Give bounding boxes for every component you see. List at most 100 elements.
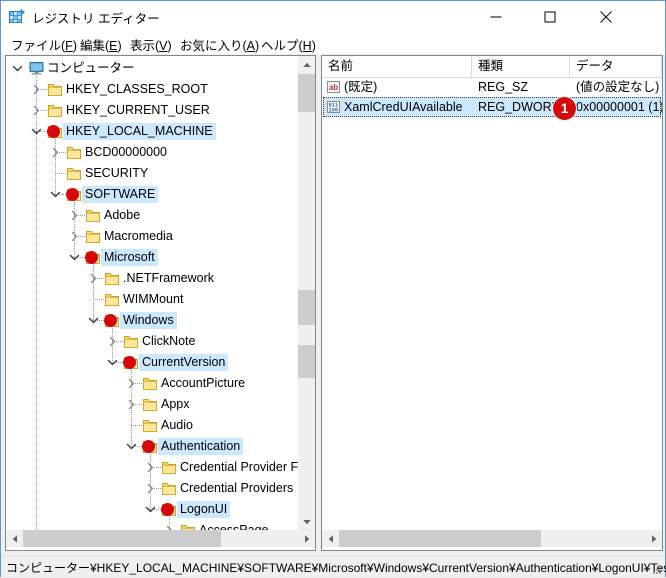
folder-icon bbox=[48, 82, 64, 97]
folder-icon bbox=[105, 271, 121, 286]
scroll-up-arrow[interactable] bbox=[298, 56, 315, 73]
tree-item-credential-providers[interactable]: Credential Providers bbox=[6, 478, 299, 499]
resize-grip[interactable] bbox=[650, 563, 662, 575]
registry-tree-panel[interactable]: コンピューター HKEY_CLASSES_ROOT HKEY_CURRENT_USE… bbox=[5, 55, 316, 551]
chevron-right-icon[interactable] bbox=[88, 273, 99, 284]
scroll-left-arrow[interactable] bbox=[6, 530, 23, 547]
value-type: REG_SZ bbox=[478, 80, 529, 94]
tree-item-credential-provider-filt[interactable]: Credential Provider Filt bbox=[6, 457, 299, 478]
tree-item-software[interactable]: SOFTWARE bbox=[6, 184, 299, 205]
scroll-right-arrow[interactable] bbox=[645, 530, 662, 547]
tree-item-label: Credential Provider Filt bbox=[180, 460, 299, 474]
menu-item-4[interactable]: ヘルプ(H) bbox=[259, 35, 318, 54]
tree-hscrollbar-thumb[interactable] bbox=[23, 530, 221, 547]
tree-vertical-scrollbar[interactable] bbox=[298, 56, 315, 530]
tree-item-accesspage[interactable]: AccessPage bbox=[6, 520, 299, 530]
chevron-right-icon[interactable] bbox=[31, 105, 42, 116]
tree-item-hkey-current-user[interactable]: HKEY_CURRENT_USER bbox=[6, 100, 299, 121]
tree-item-adobe[interactable]: Adobe bbox=[6, 205, 299, 226]
tree-item-[interactable]: コンピューター bbox=[6, 58, 299, 79]
title-bar: レジストリ エディター bbox=[1, 1, 665, 32]
chevron-down-icon[interactable] bbox=[126, 441, 137, 452]
chevron-right-icon[interactable] bbox=[145, 483, 156, 494]
tree-item-logonui[interactable]: LogonUI bbox=[6, 499, 299, 520]
folder-icon bbox=[143, 376, 159, 391]
tree-item-hkey-local-machine[interactable]: HKEY_LOCAL_MACHINE bbox=[6, 121, 299, 142]
menu-item-1[interactable]: 編集(E) bbox=[78, 35, 124, 54]
tree-horizontal-scrollbar[interactable] bbox=[6, 530, 315, 547]
value-data: 0x00000001 (1) bbox=[576, 100, 662, 114]
tree-item-security[interactable]: SECURITY bbox=[6, 163, 299, 184]
maximize-icon bbox=[544, 11, 556, 22]
annotation-dot bbox=[104, 314, 117, 327]
chevron-right-icon[interactable] bbox=[69, 231, 80, 242]
close-button[interactable] bbox=[583, 1, 629, 32]
minimize-icon bbox=[490, 16, 502, 17]
annotation-dot bbox=[47, 125, 60, 138]
menu-item-3[interactable]: お気に入り(A) bbox=[178, 35, 261, 54]
tree-scrollbar-thumb-seg3[interactable] bbox=[298, 345, 315, 378]
chevron-right-icon[interactable] bbox=[69, 210, 80, 221]
list-hscrollbar-thumb[interactable] bbox=[339, 530, 541, 547]
chevron-down-icon[interactable] bbox=[31, 126, 42, 137]
tree-item-clicknote[interactable]: ClickNote bbox=[6, 331, 299, 352]
minimize-button[interactable] bbox=[473, 1, 519, 32]
tree-item-microsoft[interactable]: Microsoft bbox=[6, 247, 299, 268]
chevron-down-icon[interactable] bbox=[88, 315, 99, 326]
scroll-down-arrow[interactable] bbox=[298, 513, 315, 530]
tree-item-windows[interactable]: Windows bbox=[6, 310, 299, 331]
chevron-right-icon[interactable] bbox=[126, 378, 137, 389]
value-row[interactable]: 011 100 XamlCredUIAvailable REG_DWORD 0x0000… bbox=[322, 97, 662, 117]
column-header-2[interactable]: データ bbox=[570, 56, 662, 77]
tree-item-netframework[interactable]: .NETFramework bbox=[6, 268, 299, 289]
tree-item-authentication[interactable]: Authentication bbox=[6, 436, 299, 457]
chevron-down-icon[interactable] bbox=[50, 189, 61, 200]
chevron-right-icon[interactable] bbox=[145, 462, 156, 473]
tree-item-bcd00000000[interactable]: BCD00000000 bbox=[6, 142, 299, 163]
chevron-right-icon[interactable] bbox=[126, 399, 137, 410]
tree-item-label: Adobe bbox=[104, 208, 141, 222]
tree-item-currentversion[interactable]: CurrentVersion bbox=[6, 352, 299, 373]
registry-tree[interactable]: コンピューター HKEY_CLASSES_ROOT HKEY_CURRENT_USE… bbox=[6, 56, 299, 530]
chevron-right-icon[interactable] bbox=[31, 84, 42, 95]
string-value-icon: ab bbox=[326, 79, 342, 95]
column-header-0[interactable]: 名前 bbox=[322, 56, 472, 77]
tree-scrollbar-thumb-seg2[interactable] bbox=[298, 290, 315, 325]
maximize-button[interactable] bbox=[527, 1, 573, 32]
chevron-down-icon[interactable] bbox=[145, 504, 156, 515]
tree-item-label: Credential Providers bbox=[180, 481, 294, 495]
status-path: コンピューター¥HKEY_LOCAL_MACHINE¥SOFTWARE¥Micr… bbox=[6, 561, 666, 575]
chevron-right-icon[interactable] bbox=[50, 147, 61, 158]
tree-item-label: コンピューター bbox=[47, 61, 135, 75]
values-list[interactable]: ab (既定) REG_SZ (値の設定なし) 011 100 XamlCredUIAvai… bbox=[322, 77, 662, 530]
scroll-left-arrow[interactable] bbox=[322, 530, 339, 547]
chevron-right-icon[interactable] bbox=[107, 336, 118, 347]
folder-icon bbox=[67, 145, 83, 160]
tree-guide-tick bbox=[93, 299, 105, 300]
chevron-down-icon[interactable] bbox=[69, 252, 80, 263]
tree-item-appx[interactable]: Appx bbox=[6, 394, 299, 415]
column-header-1[interactable]: 種類 bbox=[472, 56, 570, 77]
tree-item-macromedia[interactable]: Macromedia bbox=[6, 226, 299, 247]
tree-item-label: .NETFramework bbox=[123, 271, 214, 285]
tree-item-label: WIMMount bbox=[123, 292, 184, 306]
menu-item-0[interactable]: ファイル(F) bbox=[9, 35, 79, 54]
tree-item-wimmount[interactable]: WIMMount bbox=[6, 289, 299, 310]
registry-values-panel[interactable]: 名前 種類 データ ab (既定) REG_SZ (値の設定なし) 011 100 XamlCr… bbox=[321, 55, 663, 551]
tree-item-label: Microsoft bbox=[101, 249, 158, 266]
value-name: XamlCredUIAvailable bbox=[344, 100, 463, 114]
annotation-dot bbox=[142, 440, 155, 453]
folder-icon bbox=[162, 460, 178, 475]
value-row[interactable]: ab (既定) REG_SZ (値の設定なし) bbox=[322, 77, 662, 97]
tree-item-accountpicture[interactable]: AccountPicture bbox=[6, 373, 299, 394]
menu-item-2[interactable]: 表示(V) bbox=[128, 35, 174, 54]
tree-scrollbar-thumb[interactable] bbox=[298, 74, 315, 112]
chevron-down-icon[interactable] bbox=[107, 357, 118, 368]
tree-item-audio[interactable]: Audio bbox=[6, 415, 299, 436]
list-horizontal-scrollbar[interactable] bbox=[322, 530, 662, 547]
scroll-right-arrow[interactable] bbox=[298, 530, 315, 547]
tree-item-label: HKEY_CURRENT_USER bbox=[66, 103, 210, 117]
chevron-down-icon[interactable] bbox=[12, 63, 23, 74]
tree-item-label: AccessPage bbox=[199, 523, 269, 530]
tree-item-hkey-classes-root[interactable]: HKEY_CLASSES_ROOT bbox=[6, 79, 299, 100]
